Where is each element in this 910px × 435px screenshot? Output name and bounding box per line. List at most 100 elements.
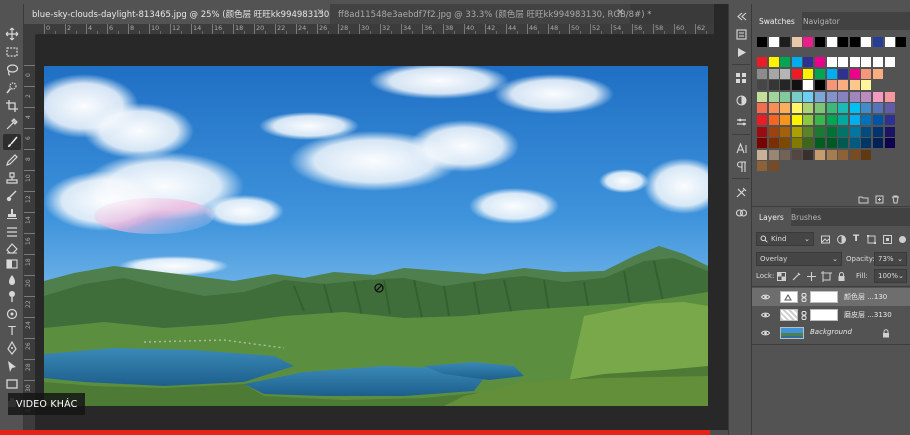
close-icon[interactable]: ✕ [616,8,624,18]
swatch[interactable] [780,138,791,149]
swatch[interactable] [873,68,883,79]
swatch[interactable] [826,115,837,125]
collapse-icon[interactable] [733,8,749,24]
swatch[interactable] [815,115,825,125]
swatch[interactable] [884,57,895,67]
swatch[interactable] [768,91,779,102]
properties-icon[interactable] [733,114,749,130]
swatch[interactable] [838,149,849,160]
lasso-tool-icon[interactable] [3,62,21,78]
swatch[interactable] [768,149,779,160]
blend-mode-select[interactable]: Overlay ⌄ [756,252,842,266]
swatch[interactable] [838,37,849,47]
swatch[interactable] [803,68,814,79]
swatch[interactable] [861,57,872,67]
swatch[interactable] [826,80,837,91]
swatch[interactable] [884,103,895,114]
swatch[interactable] [849,37,860,47]
swatch[interactable] [849,68,860,79]
sponge-tool-icon[interactable] [3,306,21,322]
swatch[interactable] [826,57,837,67]
blur-tool-icon[interactable] [3,272,21,288]
swatch[interactable] [861,91,872,102]
tab-brushes[interactable]: Brushes [784,208,828,226]
swatch[interactable] [826,91,837,102]
swatch[interactable] [861,138,872,149]
swatch[interactable] [791,138,802,149]
swatch[interactable] [838,68,849,79]
swatch[interactable] [826,37,837,47]
swatch[interactable] [849,80,860,91]
vertical-ruler[interactable]: 02468101214161820222426283032 [24,35,36,435]
swatch[interactable] [757,57,767,67]
gradient-tool-icon[interactable] [3,256,21,272]
lock-pixels-icon[interactable] [791,271,802,282]
paragraph-icon[interactable] [733,158,749,174]
tab-navigator[interactable]: Navigator [796,12,847,30]
swatch[interactable] [803,37,814,47]
quick-select-tool-icon[interactable] [3,80,21,96]
swatch[interactable] [826,126,837,137]
swatch[interactable] [849,115,860,125]
swatch[interactable] [815,103,825,114]
filter-adjustment-icon[interactable] [836,234,847,245]
swatch[interactable] [884,126,895,137]
swatch[interactable] [803,103,814,114]
swatch[interactable] [838,115,849,125]
swatch[interactable] [757,91,767,102]
swatch[interactable] [815,68,825,79]
eyedropper-tool-icon[interactable] [3,116,21,132]
swatch[interactable] [780,57,791,67]
creative-cloud-icon[interactable] [733,204,749,220]
pencil-tool-icon[interactable] [3,152,21,168]
swatch[interactable] [791,57,802,67]
swatch[interactable] [803,57,814,67]
lock-all-icon[interactable] [836,271,847,282]
layer-filter-select[interactable]: Kind ⌄ [756,232,814,246]
swatch[interactable] [873,115,883,125]
swatch[interactable] [791,91,802,102]
swatch[interactable] [884,115,895,125]
swatch[interactable] [838,103,849,114]
swatch[interactable] [803,138,814,149]
filter-pixel-icon[interactable] [820,234,831,245]
swatch[interactable] [884,91,895,102]
swatch[interactable] [815,57,825,67]
swatch[interactable] [838,57,849,67]
swatch[interactable] [803,80,814,91]
fill-field[interactable]: 100% ⌄ [874,269,907,283]
move-tool-icon[interactable] [3,26,21,42]
document-image[interactable] [44,66,708,406]
tab-document-active[interactable]: blue-sky-clouds-daylight-813465.jpg @ 25… [24,4,372,24]
swatch[interactable] [768,161,779,172]
swatch[interactable] [803,126,814,137]
swatch[interactable] [780,91,791,102]
swatch[interactable] [861,126,872,137]
swatch[interactable] [838,80,849,91]
swatch[interactable] [815,149,825,160]
eye-icon[interactable] [761,311,770,319]
swatch[interactable] [757,103,767,114]
swatch[interactable] [815,126,825,137]
swatch[interactable] [803,91,814,102]
swatch[interactable] [849,57,860,67]
swatch[interactable] [791,68,802,79]
character-icon[interactable] [733,140,749,156]
crop-tool-icon[interactable] [3,98,21,114]
chain-link-icon[interactable] [801,293,807,302]
filter-shape-icon[interactable] [866,234,877,245]
filter-type-icon[interactable]: T [853,234,859,244]
swatch[interactable] [757,115,767,125]
swatch[interactable] [849,103,860,114]
filter-smart-object-icon[interactable] [882,234,893,245]
eye-icon[interactable] [761,329,770,337]
stamp-tool-icon[interactable] [3,206,21,222]
layer-row-color[interactable]: 颜色层 ...130 [752,288,910,306]
trash-icon[interactable] [890,194,901,205]
swatch[interactable] [873,57,883,67]
tool-presets-icon[interactable] [733,184,749,200]
swatch[interactable] [780,149,791,160]
swatch[interactable] [849,91,860,102]
swatch[interactable] [826,68,837,79]
swatch[interactable] [849,126,860,137]
